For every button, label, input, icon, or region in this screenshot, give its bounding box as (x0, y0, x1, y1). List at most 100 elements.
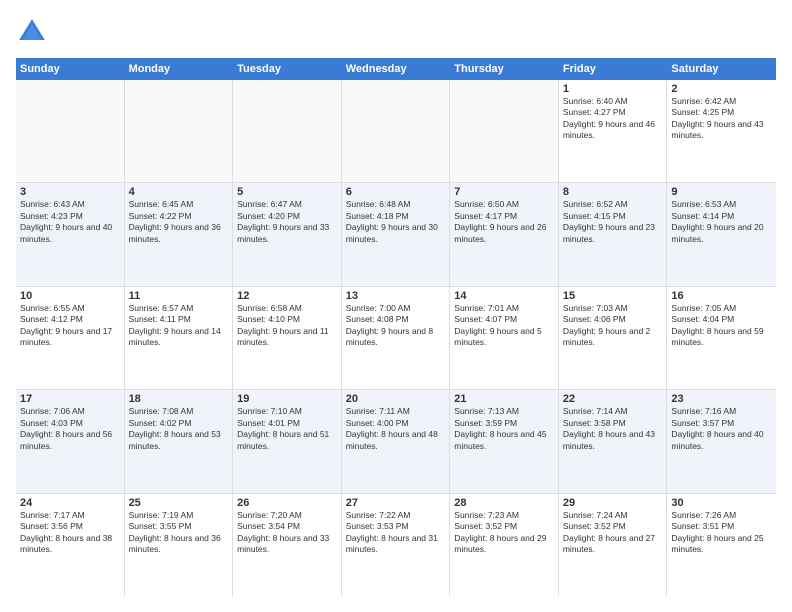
calendar-cell-19: 19Sunrise: 7:10 AM Sunset: 4:01 PM Dayli… (233, 390, 342, 492)
calendar-cell-23: 23Sunrise: 7:16 AM Sunset: 3:57 PM Dayli… (667, 390, 776, 492)
day-info: Sunrise: 6:52 AM Sunset: 4:15 PM Dayligh… (563, 199, 663, 245)
calendar-body: 1Sunrise: 6:40 AM Sunset: 4:27 PM Daylig… (16, 80, 776, 596)
calendar-row-0: 1Sunrise: 6:40 AM Sunset: 4:27 PM Daylig… (16, 80, 776, 183)
calendar-cell-1: 1Sunrise: 6:40 AM Sunset: 4:27 PM Daylig… (559, 80, 668, 182)
calendar-cell-empty-4 (450, 80, 559, 182)
day-number: 13 (346, 290, 446, 302)
day-number: 30 (671, 497, 772, 509)
header-day-thursday: Thursday (450, 58, 559, 80)
calendar-cell-17: 17Sunrise: 7:06 AM Sunset: 4:03 PM Dayli… (16, 390, 125, 492)
day-info: Sunrise: 7:22 AM Sunset: 3:53 PM Dayligh… (346, 510, 446, 556)
calendar-cell-30: 30Sunrise: 7:26 AM Sunset: 3:51 PM Dayli… (667, 494, 776, 596)
calendar-cell-21: 21Sunrise: 7:13 AM Sunset: 3:59 PM Dayli… (450, 390, 559, 492)
day-number: 10 (20, 290, 120, 302)
calendar-cell-empty-2 (233, 80, 342, 182)
header-day-saturday: Saturday (667, 58, 776, 80)
day-info: Sunrise: 7:14 AM Sunset: 3:58 PM Dayligh… (563, 406, 663, 452)
day-info: Sunrise: 6:45 AM Sunset: 4:22 PM Dayligh… (129, 199, 229, 245)
day-number: 5 (237, 186, 337, 198)
day-number: 20 (346, 393, 446, 405)
day-info: Sunrise: 7:00 AM Sunset: 4:08 PM Dayligh… (346, 303, 446, 349)
day-number: 21 (454, 393, 554, 405)
calendar-cell-empty-1 (125, 80, 234, 182)
day-info: Sunrise: 7:08 AM Sunset: 4:02 PM Dayligh… (129, 406, 229, 452)
calendar-cell-24: 24Sunrise: 7:17 AM Sunset: 3:56 PM Dayli… (16, 494, 125, 596)
day-number: 6 (346, 186, 446, 198)
logo-icon (16, 16, 48, 48)
calendar-cell-empty-3 (342, 80, 451, 182)
day-info: Sunrise: 7:03 AM Sunset: 4:06 PM Dayligh… (563, 303, 663, 349)
calendar-cell-3: 3Sunrise: 6:43 AM Sunset: 4:23 PM Daylig… (16, 183, 125, 285)
day-info: Sunrise: 7:24 AM Sunset: 3:52 PM Dayligh… (563, 510, 663, 556)
header-day-sunday: Sunday (16, 58, 125, 80)
day-info: Sunrise: 7:16 AM Sunset: 3:57 PM Dayligh… (671, 406, 772, 452)
calendar-cell-10: 10Sunrise: 6:55 AM Sunset: 4:12 PM Dayli… (16, 287, 125, 389)
day-info: Sunrise: 6:50 AM Sunset: 4:17 PM Dayligh… (454, 199, 554, 245)
day-number: 14 (454, 290, 554, 302)
calendar-cell-9: 9Sunrise: 6:53 AM Sunset: 4:14 PM Daylig… (667, 183, 776, 285)
calendar-cell-15: 15Sunrise: 7:03 AM Sunset: 4:06 PM Dayli… (559, 287, 668, 389)
day-number: 25 (129, 497, 229, 509)
calendar-cell-26: 26Sunrise: 7:20 AM Sunset: 3:54 PM Dayli… (233, 494, 342, 596)
day-number: 27 (346, 497, 446, 509)
calendar-cell-27: 27Sunrise: 7:22 AM Sunset: 3:53 PM Dayli… (342, 494, 451, 596)
day-info: Sunrise: 6:42 AM Sunset: 4:25 PM Dayligh… (671, 96, 772, 142)
calendar-cell-4: 4Sunrise: 6:45 AM Sunset: 4:22 PM Daylig… (125, 183, 234, 285)
calendar-cell-7: 7Sunrise: 6:50 AM Sunset: 4:17 PM Daylig… (450, 183, 559, 285)
calendar-header: SundayMondayTuesdayWednesdayThursdayFrid… (16, 58, 776, 80)
calendar-cell-2: 2Sunrise: 6:42 AM Sunset: 4:25 PM Daylig… (667, 80, 776, 182)
day-info: Sunrise: 6:53 AM Sunset: 4:14 PM Dayligh… (671, 199, 772, 245)
day-info: Sunrise: 7:05 AM Sunset: 4:04 PM Dayligh… (671, 303, 772, 349)
day-info: Sunrise: 7:23 AM Sunset: 3:52 PM Dayligh… (454, 510, 554, 556)
calendar-cell-8: 8Sunrise: 6:52 AM Sunset: 4:15 PM Daylig… (559, 183, 668, 285)
calendar-row-4: 24Sunrise: 7:17 AM Sunset: 3:56 PM Dayli… (16, 494, 776, 596)
day-number: 15 (563, 290, 663, 302)
day-number: 29 (563, 497, 663, 509)
day-number: 16 (671, 290, 772, 302)
calendar-row-2: 10Sunrise: 6:55 AM Sunset: 4:12 PM Dayli… (16, 287, 776, 390)
calendar-cell-25: 25Sunrise: 7:19 AM Sunset: 3:55 PM Dayli… (125, 494, 234, 596)
day-info: Sunrise: 6:58 AM Sunset: 4:10 PM Dayligh… (237, 303, 337, 349)
day-info: Sunrise: 7:17 AM Sunset: 3:56 PM Dayligh… (20, 510, 120, 556)
calendar-cell-29: 29Sunrise: 7:24 AM Sunset: 3:52 PM Dayli… (559, 494, 668, 596)
day-info: Sunrise: 6:47 AM Sunset: 4:20 PM Dayligh… (237, 199, 337, 245)
day-number: 12 (237, 290, 337, 302)
day-number: 9 (671, 186, 772, 198)
calendar-cell-11: 11Sunrise: 6:57 AM Sunset: 4:11 PM Dayli… (125, 287, 234, 389)
calendar-cell-16: 16Sunrise: 7:05 AM Sunset: 4:04 PM Dayli… (667, 287, 776, 389)
day-number: 18 (129, 393, 229, 405)
day-info: Sunrise: 7:11 AM Sunset: 4:00 PM Dayligh… (346, 406, 446, 452)
day-number: 4 (129, 186, 229, 198)
day-info: Sunrise: 7:13 AM Sunset: 3:59 PM Dayligh… (454, 406, 554, 452)
day-number: 24 (20, 497, 120, 509)
day-number: 23 (671, 393, 772, 405)
day-info: Sunrise: 6:40 AM Sunset: 4:27 PM Dayligh… (563, 96, 663, 142)
day-info: Sunrise: 7:19 AM Sunset: 3:55 PM Dayligh… (129, 510, 229, 556)
calendar-cell-18: 18Sunrise: 7:08 AM Sunset: 4:02 PM Dayli… (125, 390, 234, 492)
day-number: 19 (237, 393, 337, 405)
header-day-monday: Monday (125, 58, 234, 80)
calendar-cell-22: 22Sunrise: 7:14 AM Sunset: 3:58 PM Dayli… (559, 390, 668, 492)
day-info: Sunrise: 7:01 AM Sunset: 4:07 PM Dayligh… (454, 303, 554, 349)
calendar-cell-5: 5Sunrise: 6:47 AM Sunset: 4:20 PM Daylig… (233, 183, 342, 285)
day-number: 17 (20, 393, 120, 405)
calendar-cell-13: 13Sunrise: 7:00 AM Sunset: 4:08 PM Dayli… (342, 287, 451, 389)
day-number: 22 (563, 393, 663, 405)
header (16, 16, 776, 48)
day-number: 1 (563, 83, 663, 95)
day-number: 26 (237, 497, 337, 509)
day-number: 3 (20, 186, 120, 198)
day-number: 11 (129, 290, 229, 302)
day-number: 7 (454, 186, 554, 198)
day-info: Sunrise: 6:43 AM Sunset: 4:23 PM Dayligh… (20, 199, 120, 245)
day-info: Sunrise: 7:20 AM Sunset: 3:54 PM Dayligh… (237, 510, 337, 556)
calendar-cell-14: 14Sunrise: 7:01 AM Sunset: 4:07 PM Dayli… (450, 287, 559, 389)
logo (16, 16, 52, 48)
page: SundayMondayTuesdayWednesdayThursdayFrid… (0, 0, 792, 612)
calendar-cell-20: 20Sunrise: 7:11 AM Sunset: 4:00 PM Dayli… (342, 390, 451, 492)
day-number: 8 (563, 186, 663, 198)
day-number: 28 (454, 497, 554, 509)
day-info: Sunrise: 6:57 AM Sunset: 4:11 PM Dayligh… (129, 303, 229, 349)
day-number: 2 (671, 83, 772, 95)
calendar-row-1: 3Sunrise: 6:43 AM Sunset: 4:23 PM Daylig… (16, 183, 776, 286)
